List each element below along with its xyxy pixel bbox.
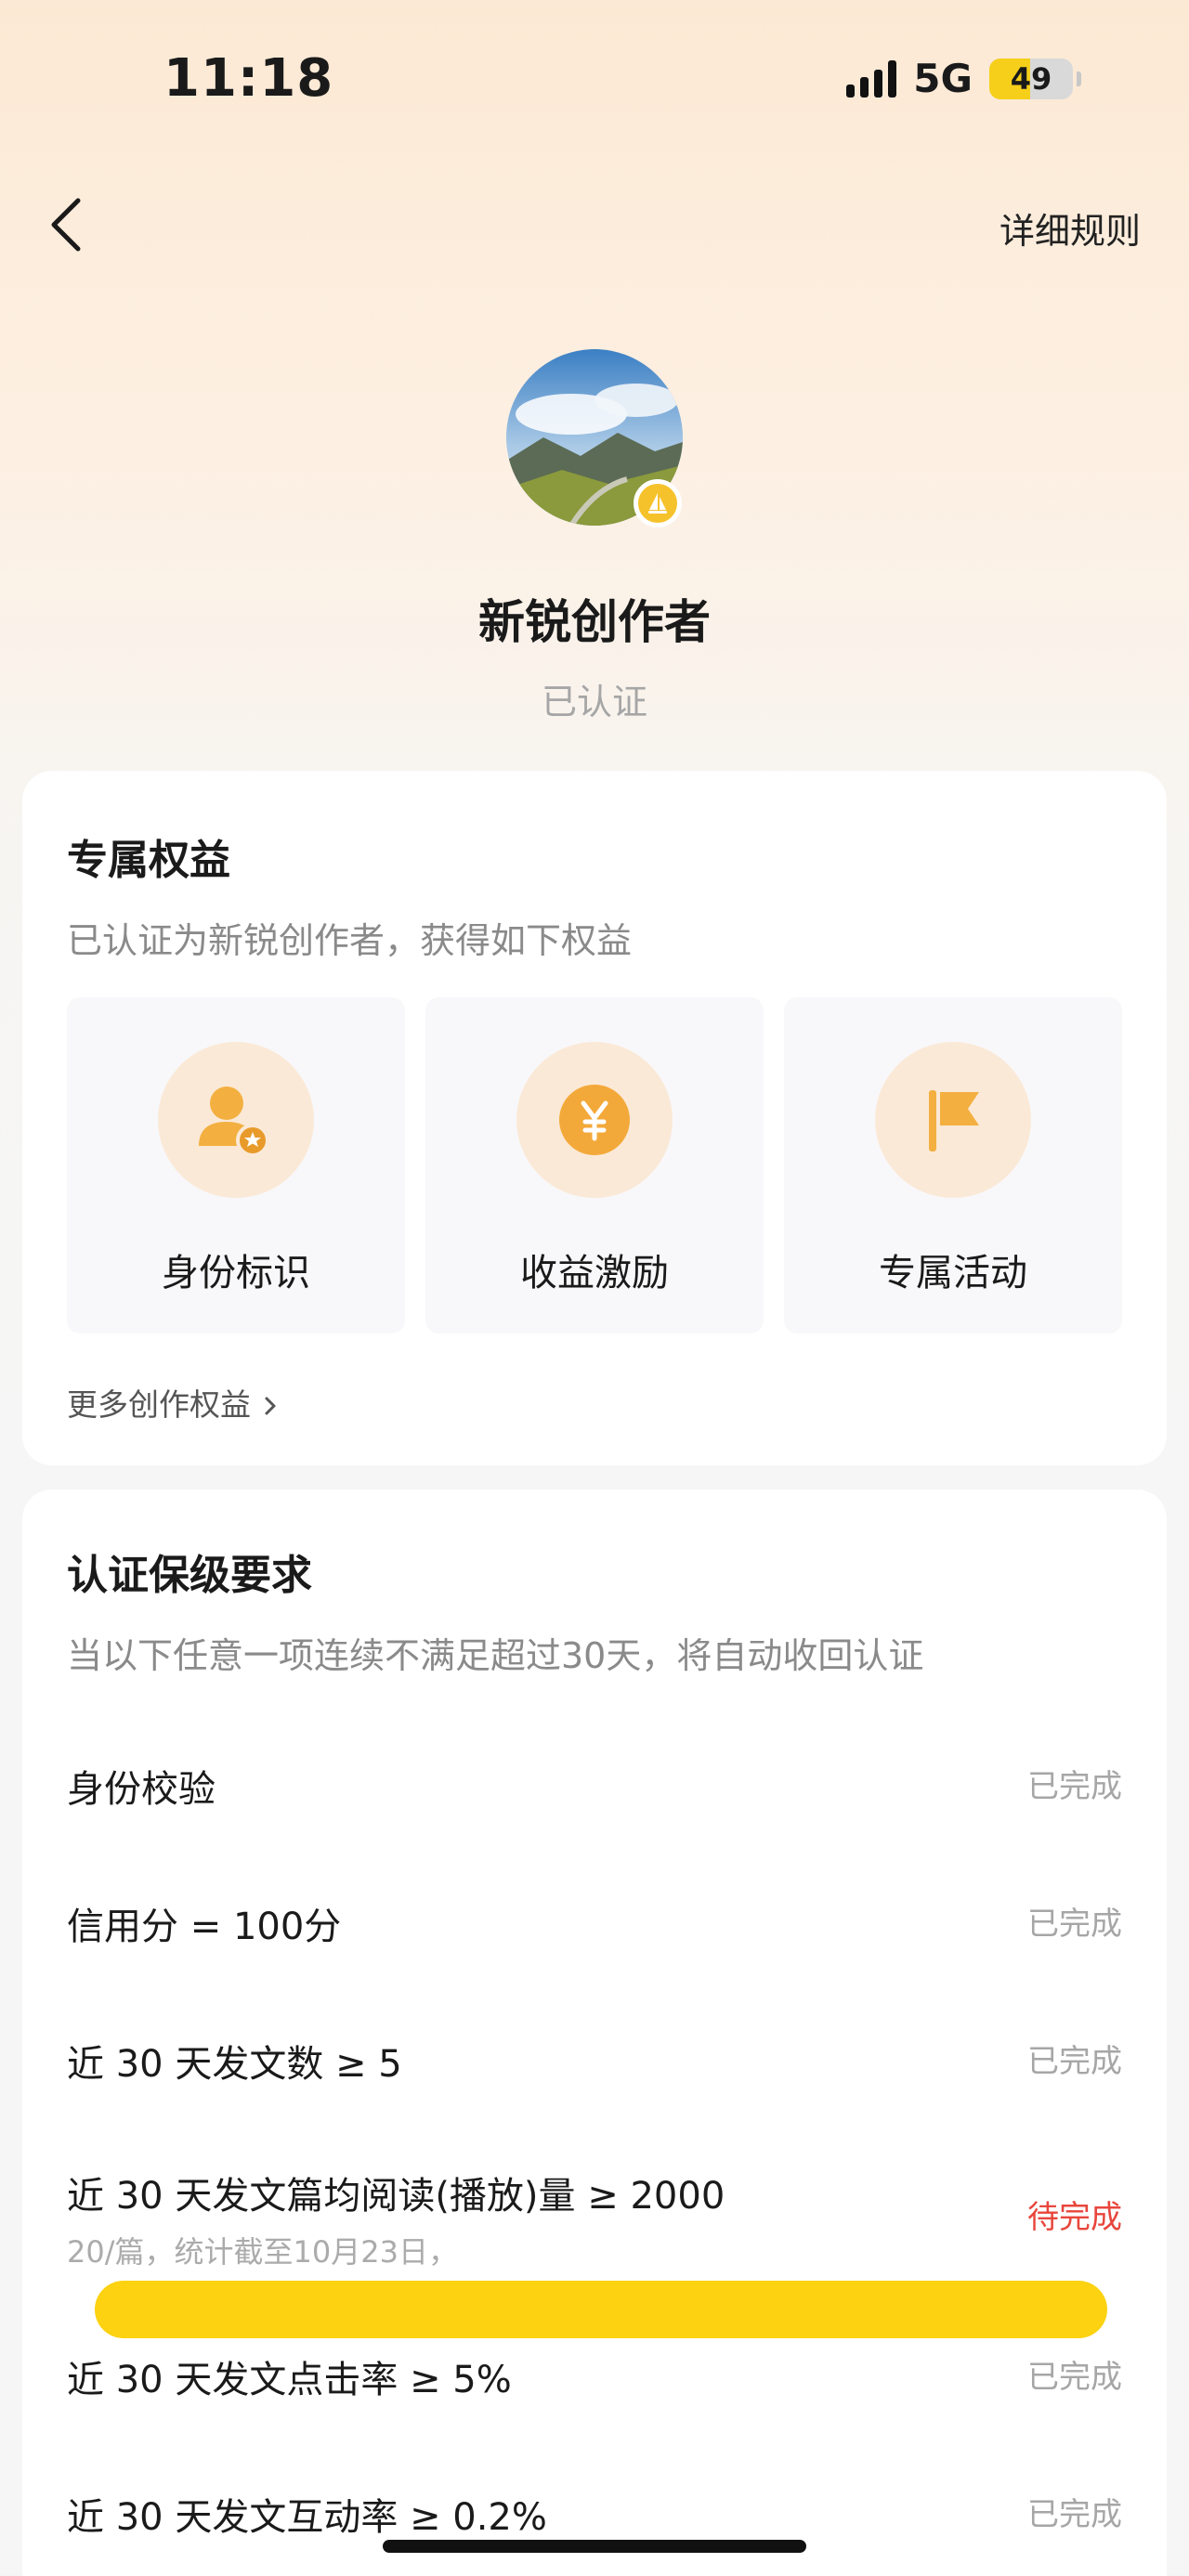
status-time: 11:18	[163, 48, 334, 109]
requirement-label: 身份校验	[67, 1768, 216, 1811]
requirement-row: 信用分 = 100分 已完成	[67, 1896, 1122, 1950]
highlight-mark	[95, 2281, 1107, 2338]
benefit-label: 身份标识	[162, 1252, 310, 1295]
requirements-subtitle: 当以下任意一项连续不满足超过30天，将自动收回认证	[67, 1635, 924, 1676]
requirement-status: 已完成	[1027, 2496, 1122, 2533]
verified-status: 已认证	[541, 682, 647, 722]
requirement-status: 已完成	[1027, 1906, 1122, 1943]
requirements-card: 认证保级要求 当以下任意一项连续不满足超过30天，将自动收回认证 身份校验 已完…	[22, 1490, 1167, 2576]
signal-icon	[846, 59, 897, 98]
creator-level-title: 新锐创作者	[478, 595, 711, 649]
benefit-tile-events[interactable]: 专属活动	[784, 997, 1122, 1334]
requirements-title: 认证保级要求	[67, 1552, 312, 1599]
requirement-row: 近 30 天发文互动率 ≥ 0.2% 已完成	[67, 2487, 1122, 2541]
user-badge-icon	[199, 1086, 269, 1157]
yuan-coin-icon	[559, 1085, 630, 1155]
benefit-tile-identity[interactable]: 身份标识	[67, 997, 405, 1334]
requirement-row: 身份校验 已完成	[67, 1759, 1122, 1813]
battery-icon: 49	[989, 58, 1073, 99]
requirement-label: 近 30 天发文互动率 ≥ 0.2%	[67, 2496, 547, 2539]
battery-level: 49	[1010, 60, 1052, 97]
network-type: 5G	[913, 56, 973, 101]
benefits-subtitle: 已认证为新锐创作者，获得如下权益	[67, 920, 633, 961]
requirement-label: 近 30 天发文点击率 ≥ 5%	[67, 2359, 512, 2401]
chevron-right-icon	[265, 1397, 275, 1415]
requirement-label: 近 30 天发文数 ≥ 5	[67, 2043, 402, 2086]
benefits-title: 专属权益	[67, 837, 230, 884]
benefit-label: 收益激励	[520, 1252, 669, 1295]
creator-badge-icon	[634, 479, 682, 527]
detailed-rules-link[interactable]: 详细规则	[1000, 202, 1141, 254]
home-indicator[interactable]	[383, 2540, 806, 2553]
requirement-label: 近 30 天发文篇均阅读(播放)量 ≥ 2000	[67, 2175, 725, 2218]
benefit-label: 专属活动	[879, 1252, 1027, 1295]
requirement-row: 近 30 天发文篇均阅读(播放)量 ≥ 2000 20/篇，统计截至10月23日…	[67, 2166, 1122, 2271]
more-benefits-link[interactable]: 更多创作权益	[67, 1380, 280, 1425]
chevron-left-icon	[51, 198, 81, 252]
benefits-card: 专属权益 已认证为新锐创作者，获得如下权益 身份标识 收益激励 专属活动 更多创…	[22, 771, 1167, 1465]
status-icons: 5G 49	[846, 56, 1081, 101]
requirement-label: 信用分 = 100分	[67, 1906, 342, 1948]
requirement-status: 已完成	[1027, 2043, 1122, 2080]
requirement-row: 近 30 天发文点击率 ≥ 5% 已完成	[67, 2349, 1122, 2403]
requirement-status: 待完成	[1027, 2199, 1122, 2236]
flag-icon	[929, 1090, 979, 1151]
more-benefits-label: 更多创作权益	[67, 1386, 251, 1423]
requirement-row: 近 30 天发文数 ≥ 5 已完成	[67, 2034, 1122, 2088]
requirement-note: 20/篇，统计截至10月23日，	[67, 2234, 458, 2270]
back-button[interactable]	[45, 191, 100, 258]
benefit-tile-earnings[interactable]: 收益激励	[425, 997, 764, 1334]
requirement-status: 已完成	[1027, 1768, 1122, 1805]
requirement-status: 已完成	[1027, 2359, 1122, 2396]
